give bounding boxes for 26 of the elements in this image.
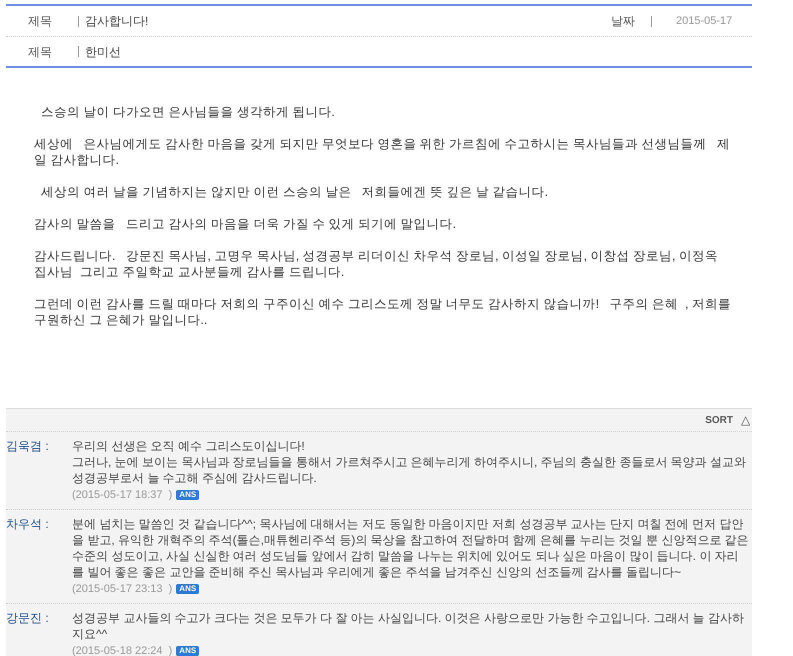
body-paragraph: 감사드립니다. 강문진 목사님, 고명우 목사님, 성경공부 리더이신 차우석 장로님, 이성일 장로님, 이창섭 장로님, 이정옥 집사님 그리고 주일학교 교사분들께 감사를 드립니다. bbox=[34, 248, 719, 280]
comment-text: 분에 넘치는 말씀인 것 같습니다^^; 목사님에 대해서는 저도 동일한 마음이지만 저희 성경공부 교사는 단지 며칠 전에 먼저 답안을 받고, 유익한 개혁주의 주석(톨슨,매튜헨리주석 등)의 묵상을 참고하여 전달하며 함께 은혜를 누리는 것일 뿐 신앙적으로 같은 수준의 성도이고, 사실 신실한 여러 성도님들 앞에서 감히 말씀을 나누는 위치에 있어도 되나 싶은 마음이 많이 듭니다. 이 자리를 빌어 좋은 좋은 교안을 준비해 주신 목사님과 우리에게 좋은 주석을 남겨주신 신앙의 선조들께 감사를 돌립니다~ bbox=[72, 516, 750, 580]
comment-author: 김욱겸 : bbox=[6, 438, 50, 455]
answer-button[interactable]: ANS bbox=[176, 584, 200, 594]
body-paragraph: 세상에 은사님에게도 감사한 마음을 갖게 되지만 무엇보다 영혼을 위한 가르침에 수고하시는 목사님들과 선생님들께 제일 감사합니다. bbox=[34, 136, 732, 168]
comment-author: 차우석 : bbox=[6, 516, 50, 533]
field-value: 한미선 bbox=[85, 44, 122, 60]
body-paragraph: 감사의 말씀을 드리고 감사의 마음을 더욱 가질 수 있게 되기에 말입니다. bbox=[34, 216, 458, 232]
comment-date: (2015-05-17 18:37 ) bbox=[72, 489, 172, 501]
sort-icon[interactable]: △ bbox=[741, 411, 750, 429]
body-paragraph: 세상의 여러 날을 기념하지는 않지만 이런 스승의 날은 저희들에겐 뜻 깊은 날 같습니다. bbox=[40, 184, 550, 200]
comment-text: 우리의 선생은 오직 예수 그리스도이십니다! 그러나, 눈에 보이는 목사님과 장로님들을 통해서 가르쳐주시고 은혜누리게 하여주시니, 주님의 충실한 종들로서 목양과 설교와 성경공부로서 늘 수고해 주심에 감사드립니다. bbox=[72, 438, 748, 486]
comment-text: 성경공부 교사들의 수고가 크다는 것은 모두가 다 잘 아는 사실입니다. 이것은 사랑으로만 가능한 수고입니다. 그래서 늘 감사하지요^^ bbox=[72, 610, 746, 642]
field-label: 제목 bbox=[27, 13, 53, 30]
body-paragraph: 그런데 이런 감사를 드릴 때마다 저희의 구주이신 예수 그리스도께 정말 너무도 감사하지 않습니까! 구주의 은혜 , 저희를 구원하신 그 은혜가 말입니다.. bbox=[34, 296, 732, 328]
field-value: 감사합니다! bbox=[85, 13, 150, 30]
answer-button[interactable]: ANS bbox=[176, 646, 200, 656]
answer-button[interactable]: ANS bbox=[176, 490, 200, 500]
comment-date: (2015-05-17 23:13 ) bbox=[72, 583, 172, 595]
field-label: 날짜 bbox=[611, 13, 635, 30]
field-label: 제목 bbox=[27, 44, 53, 60]
comment-author: 강문진 : bbox=[6, 610, 50, 627]
post-date: 2015-05-17 bbox=[675, 14, 734, 29]
comment-date: (2015-05-18 22:24 ) bbox=[72, 645, 172, 656]
sort-label[interactable]: SORT bbox=[705, 412, 733, 428]
body-paragraph: 스승의 날이 다가오면 은사님들을 생각하게 됩니다. bbox=[40, 104, 336, 120]
